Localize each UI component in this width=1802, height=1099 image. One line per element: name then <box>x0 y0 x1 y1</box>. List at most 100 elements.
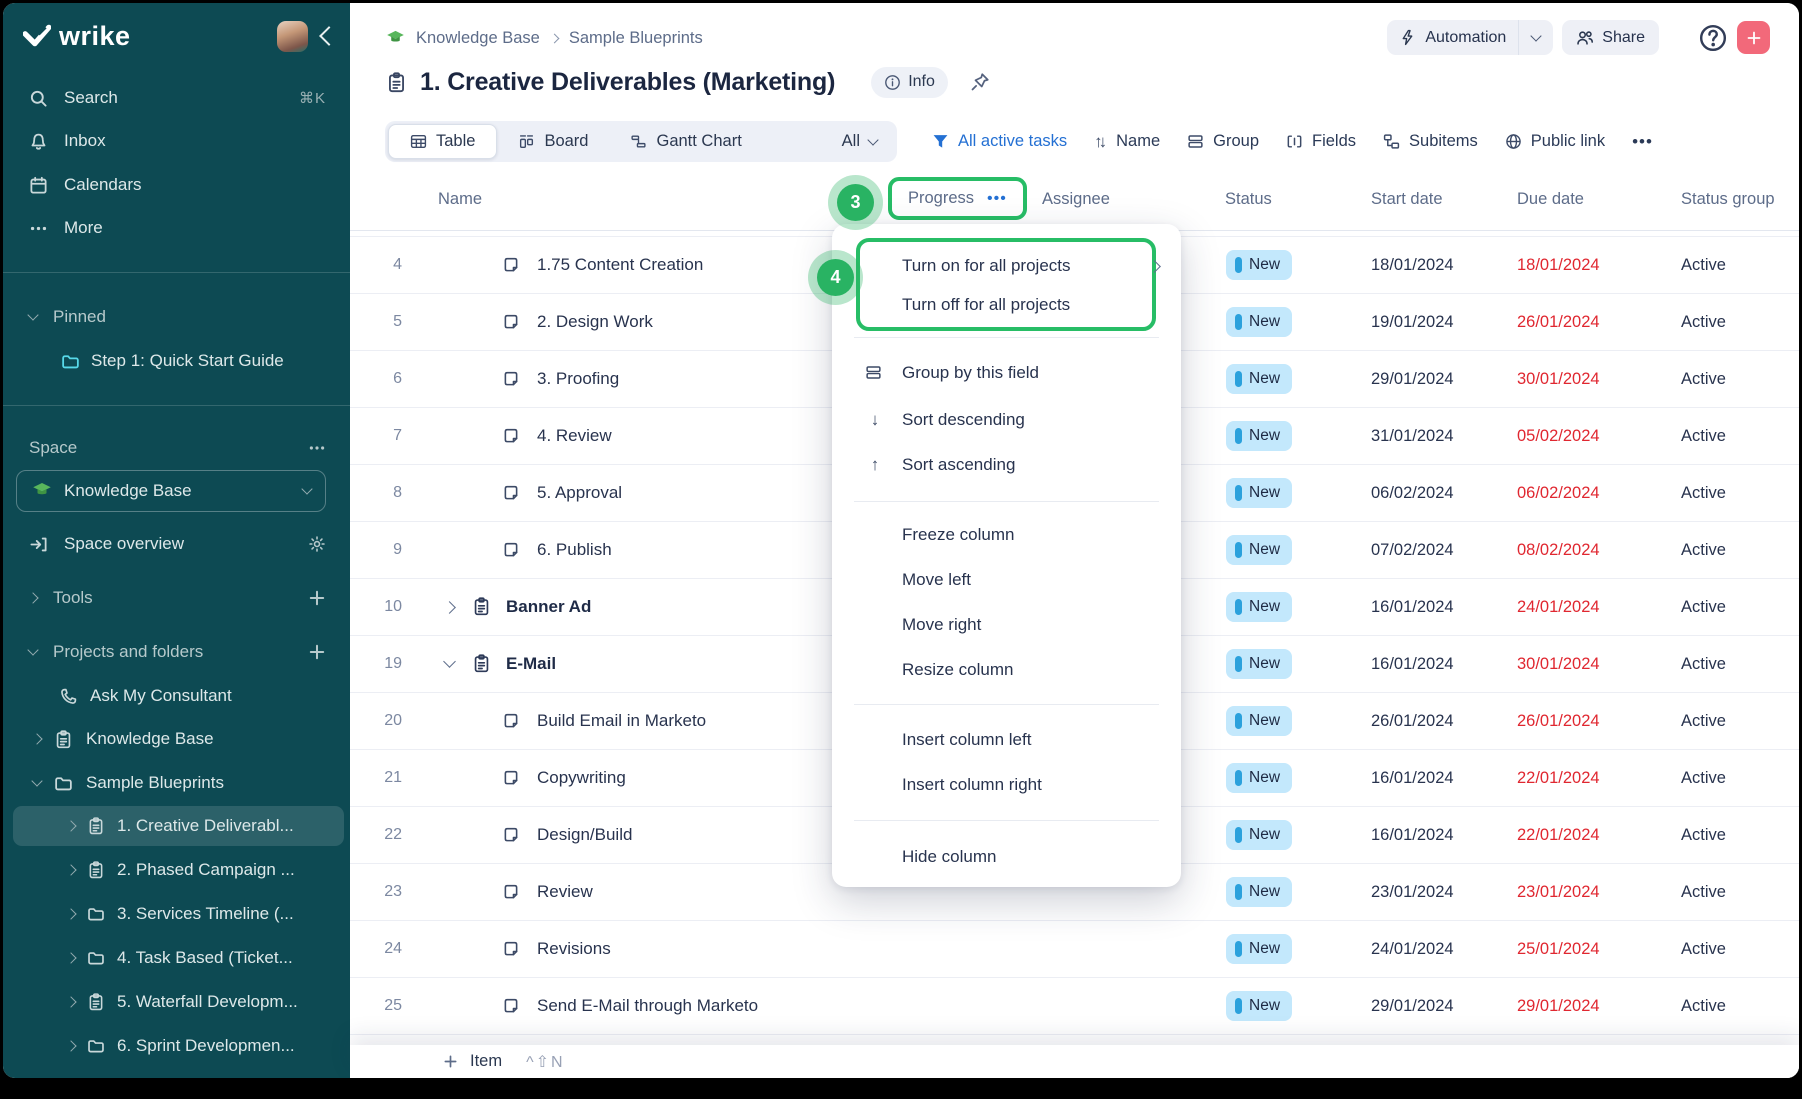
sidebar-item-ask-my-consultant[interactable]: Ask My Consultant <box>3 674 350 718</box>
column-header-name[interactable]: Name <box>438 168 482 230</box>
projects-section-header[interactable]: Projects and folders <box>3 630 350 674</box>
due-date[interactable]: 08/02/2024 <box>1517 522 1600 578</box>
subitems-button[interactable]: Subitems <box>1383 132 1478 151</box>
info-button[interactable]: Info <box>871 67 948 98</box>
sort-button[interactable]: ↑↓ Name <box>1094 132 1160 152</box>
due-date[interactable]: 25/01/2024 <box>1517 921 1600 977</box>
due-date[interactable]: 26/01/2024 <box>1517 294 1600 350</box>
start-date[interactable]: 23/01/2024 <box>1371 864 1454 920</box>
status-badge[interactable]: New <box>1226 535 1292 565</box>
sidebar-item-tools[interactable]: Tools <box>3 576 350 620</box>
start-date[interactable]: 16/01/2024 <box>1371 636 1454 692</box>
status-badge[interactable]: New <box>1226 991 1292 1021</box>
filter-button[interactable]: All active tasks <box>932 132 1067 151</box>
due-date[interactable]: 05/02/2024 <box>1517 408 1600 464</box>
share-button[interactable]: Share <box>1562 20 1659 55</box>
status-badge[interactable]: New <box>1226 934 1292 964</box>
status-badge[interactable]: New <box>1226 364 1292 394</box>
plus-icon[interactable] <box>308 589 326 607</box>
column-menu-button[interactable]: ••• <box>987 190 1007 208</box>
sidebar-item-blueprint[interactable]: 3. Services Timeline (... <box>3 892 350 936</box>
status-badge[interactable]: New <box>1226 250 1292 280</box>
start-date[interactable]: 16/01/2024 <box>1371 807 1454 863</box>
sidebar-item-blueprint[interactable]: 2. Phased Campaign ... <box>3 848 350 892</box>
expand-chevron[interactable] <box>443 655 456 668</box>
expand-chevron[interactable] <box>443 601 456 614</box>
due-date[interactable]: 24/01/2024 <box>1517 579 1600 635</box>
tab-table[interactable]: Table <box>388 124 497 159</box>
due-date[interactable]: 06/02/2024 <box>1517 465 1600 521</box>
sidebar-item-blueprint[interactable]: 5. Waterfall Developm... <box>3 980 350 1024</box>
task-name[interactable]: Send E-Mail through Marketo <box>537 978 758 1034</box>
breadcrumb-link[interactable]: Knowledge Base <box>416 29 540 48</box>
menu-item-turn-off-all-projects[interactable]: Turn off for all projects <box>832 290 1181 320</box>
sidebar-item-blueprint[interactable]: 1. Creative Deliverabl... <box>3 804 350 848</box>
task-name[interactable]: 4. Review <box>537 408 612 464</box>
toolbar-more-button[interactable]: ••• <box>1632 132 1653 152</box>
status-badge[interactable]: New <box>1226 421 1292 451</box>
task-name[interactable]: 3. Proofing <box>537 351 619 407</box>
breadcrumb-link[interactable]: Sample Blueprints <box>569 29 703 48</box>
sidebar-item-calendars[interactable]: Calendars <box>3 163 350 207</box>
task-name[interactable]: 2. Design Work <box>537 294 653 350</box>
pin-icon[interactable] <box>970 72 990 92</box>
sidebar-item-more[interactable]: More <box>3 206 350 250</box>
status-badge[interactable]: New <box>1226 706 1292 736</box>
status-badge[interactable]: New <box>1226 649 1292 679</box>
task-name[interactable]: Design/Build <box>537 807 632 863</box>
menu-item-move-right[interactable]: Move right <box>832 610 1181 640</box>
chevron-right-icon[interactable] <box>65 908 76 919</box>
task-name[interactable]: 6. Publish <box>537 522 612 578</box>
sidebar-item-blueprint[interactable]: 6. Sprint Developmen... <box>3 1024 350 1068</box>
chevron-right-icon[interactable] <box>65 996 76 1007</box>
group-button[interactable]: Group <box>1187 132 1259 151</box>
sidebar-item-blueprint[interactable]: 4. Task Based (Ticket... <box>3 936 350 980</box>
table-row[interactable]: 25 Send E-Mail through Marketo New 29/01… <box>350 978 1799 1035</box>
task-name[interactable]: 5. Approval <box>537 465 622 521</box>
chevron-right-icon[interactable] <box>65 952 76 963</box>
menu-item-sort-ascending[interactable]: ↑ Sort ascending <box>832 450 1181 480</box>
due-date[interactable]: 22/01/2024 <box>1517 807 1600 863</box>
task-name[interactable]: E-Mail <box>506 636 556 692</box>
status-badge[interactable]: New <box>1226 763 1292 793</box>
column-header-due-date[interactable]: Due date <box>1517 168 1584 230</box>
column-header-start-date[interactable]: Start date <box>1371 168 1443 230</box>
due-date[interactable]: 22/01/2024 <box>1517 750 1600 806</box>
menu-item-freeze-column[interactable]: Freeze column <box>832 520 1181 550</box>
task-name[interactable]: Copywriting <box>537 750 626 806</box>
task-name[interactable]: Build Email in Marketo <box>537 693 706 749</box>
sidebar-item-inbox[interactable]: Inbox <box>3 119 350 163</box>
add-item-button[interactable]: Item <box>470 1052 502 1071</box>
start-date[interactable]: 29/01/2024 <box>1371 351 1454 407</box>
sidebar-item-blueprint[interactable]: 7. Hybrid Agile-waterf... <box>3 1068 350 1078</box>
due-date[interactable]: 30/01/2024 <box>1517 636 1600 692</box>
menu-item-move-left[interactable]: Move left <box>832 565 1181 595</box>
menu-item-resize-column[interactable]: Resize column <box>832 655 1181 685</box>
ellipsis-icon[interactable] <box>308 439 326 457</box>
chevron-right-icon[interactable] <box>65 1040 76 1051</box>
sidebar-item-space-overview[interactable]: Space overview <box>3 522 350 566</box>
due-date[interactable]: 18/01/2024 <box>1517 237 1600 293</box>
start-date[interactable]: 29/01/2024 <box>1371 978 1454 1034</box>
automation-dropdown[interactable] <box>1519 36 1553 40</box>
sidebar-item-sample-blueprints[interactable]: Sample Blueprints <box>3 761 350 805</box>
plus-icon[interactable] <box>308 643 326 661</box>
menu-item-turn-on-all-projects[interactable]: Turn on for all projects <box>832 251 1181 281</box>
due-date[interactable]: 30/01/2024 <box>1517 351 1600 407</box>
collapse-sidebar-icon[interactable] <box>319 26 339 46</box>
status-badge[interactable]: New <box>1226 478 1292 508</box>
due-date[interactable]: 23/01/2024 <box>1517 864 1600 920</box>
start-date[interactable]: 06/02/2024 <box>1371 465 1454 521</box>
space-selector[interactable]: Knowledge Base <box>16 470 326 512</box>
start-date[interactable]: 26/01/2024 <box>1371 693 1454 749</box>
pinned-section-header[interactable]: Pinned <box>3 295 350 339</box>
status-badge[interactable]: New <box>1226 820 1292 850</box>
due-date[interactable]: 26/01/2024 <box>1517 693 1600 749</box>
gear-icon[interactable] <box>308 535 326 553</box>
add-button[interactable] <box>1737 21 1770 54</box>
menu-item-group-by-field[interactable]: Group by this field <box>832 358 1181 388</box>
status-badge[interactable]: New <box>1226 877 1292 907</box>
column-header-progress-highlight[interactable]: Progress ••• <box>888 177 1027 220</box>
avatar[interactable] <box>277 21 308 52</box>
views-all-dropdown[interactable]: All <box>825 132 894 151</box>
